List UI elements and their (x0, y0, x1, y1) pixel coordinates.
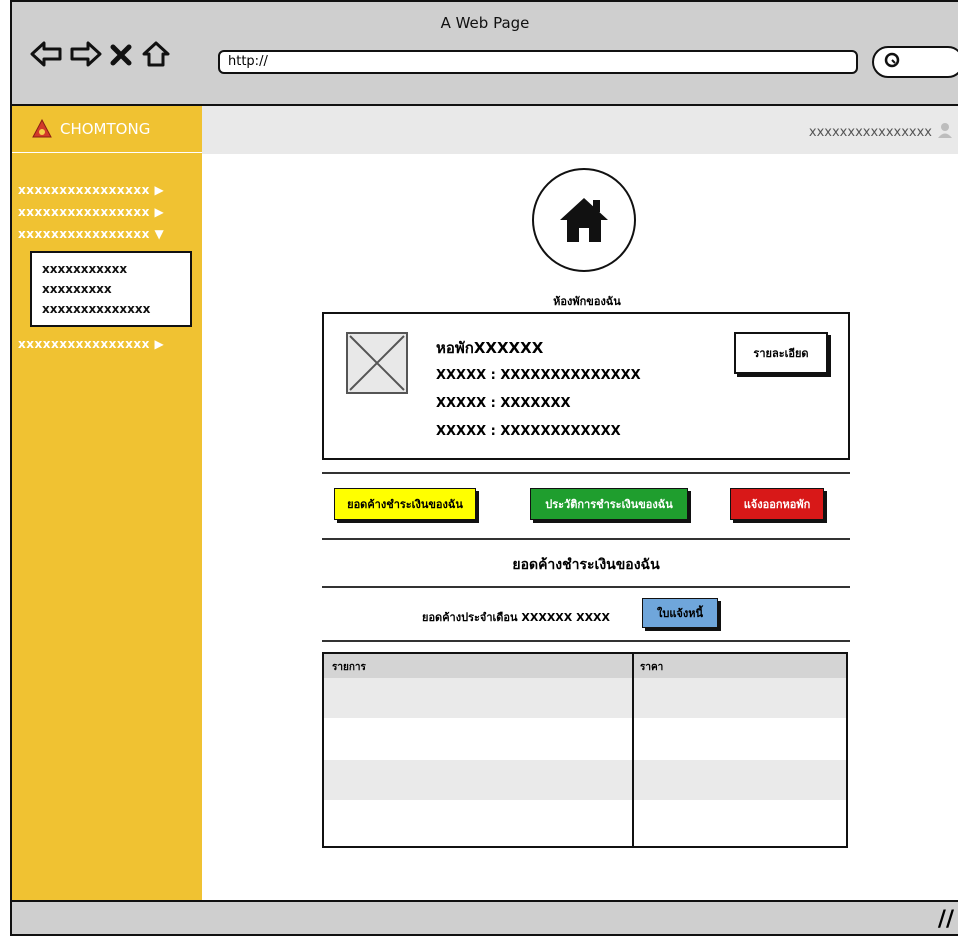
table-header: รายการ ราคา (324, 654, 846, 678)
column-header-price: ราคา (640, 662, 664, 673)
home-icon-badge (532, 168, 636, 272)
sidebar-menu: xxxxxxxxxxxxxxxx ▶ xxxxxxxxxxxxxxxx ▶ xx… (12, 179, 202, 355)
move-out-button[interactable]: แจ้งออกหอพัก (730, 488, 824, 520)
caret-right-icon: ▶ (154, 183, 165, 197)
divider (322, 538, 850, 540)
search-icon (884, 52, 902, 74)
home-icon (560, 198, 608, 242)
logo-icon (32, 118, 52, 139)
brand-name: CHOMTONG (60, 120, 151, 138)
image-placeholder-icon (346, 332, 408, 394)
invoice-button[interactable]: ใบแจ้งหนี้ (642, 598, 718, 628)
dorm-info-line: XXXXX : XXXXXXX (436, 396, 571, 411)
section-title: ยอดค้างชำระเงินของฉัน (512, 557, 660, 573)
table-row (324, 678, 846, 718)
sidebar-item[interactable]: xxxxxxxxxxxxxxxx ▶ (12, 179, 202, 201)
sidebar-item[interactable]: xxxxxxxxxxxxxxxx ▶ (12, 201, 202, 223)
dorm-title: หอพักXXXXXX (436, 339, 544, 357)
sidebar-item-label: xxxxxxxxxxxxxxxx (18, 337, 150, 351)
resize-grip-icon[interactable]: // (938, 907, 954, 932)
forward-icon[interactable] (70, 40, 102, 68)
sidebar: CHOMTONG xxxxxxxxxxxxxxxx ▶ xxxxxxxxxxxx… (12, 106, 202, 902)
sidebar-item-label: xxxxxxxxxxxxxxxx (18, 205, 150, 219)
dorm-card: หอพักXXXXXX XXXXX : XXXXXXXXXXXXXX XXXXX… (322, 312, 850, 460)
user-icon (938, 122, 952, 142)
user-menu[interactable]: xxxxxxxxxxxxxxxx (809, 122, 952, 142)
stop-icon[interactable] (110, 40, 132, 68)
nav-controls (30, 40, 172, 68)
divider (322, 586, 850, 588)
submenu-item[interactable]: xxxxxxxxxxxxxx (42, 299, 180, 319)
submenu-item[interactable]: xxxxxxxxx (42, 279, 180, 299)
sidebar-item-label: xxxxxxxxxxxxxxxx (18, 183, 150, 197)
sidebar-submenu: xxxxxxxxxxx xxxxxxxxx xxxxxxxxxxxxxx (30, 251, 192, 327)
details-button[interactable]: รายละเอียด (734, 332, 828, 374)
caret-right-icon: ▶ (154, 205, 165, 219)
browser-toolbar: A Web Page http:// (12, 2, 958, 106)
column-header-item: รายการ (332, 662, 366, 673)
browser-window: A Web Page http:// CHOMTONG xxxxxxxxxxxx… (10, 0, 958, 936)
divider (322, 472, 850, 474)
caret-down-icon: ▼ (154, 227, 165, 241)
monthly-balance-label: ยอดค้างประจำเดือน XXXXXX XXXX (422, 611, 611, 624)
submenu-item[interactable]: xxxxxxxxxxx (42, 259, 180, 279)
address-bar[interactable]: http:// (218, 50, 858, 74)
balance-table: รายการ ราคา (322, 652, 848, 848)
my-room-caption: ห้องพักของฉัน (553, 295, 621, 308)
column-divider (632, 654, 634, 846)
sidebar-item[interactable]: xxxxxxxxxxxxxxxx ▶ (12, 333, 202, 355)
brand[interactable]: CHOMTONG (12, 106, 202, 153)
sidebar-item-label: xxxxxxxxxxxxxxxx (18, 227, 150, 241)
sidebar-item-expanded[interactable]: xxxxxxxxxxxxxxxx ▼ (12, 223, 202, 245)
dorm-info-line: XXXXX : XXXXXXXXXXXXXX (436, 368, 641, 383)
outstanding-balance-button[interactable]: ยอดค้างชำระเงินของฉัน (334, 488, 476, 520)
dorm-info-line: XXXXX : XXXXXXXXXXXX (436, 424, 621, 439)
status-bar: // (12, 900, 958, 934)
payment-history-button[interactable]: ประวัติการชำระเงินของฉัน (530, 488, 688, 520)
window-title: A Web Page (440, 14, 530, 32)
home-nav-icon[interactable] (140, 40, 172, 68)
username: xxxxxxxxxxxxxxxx (808, 124, 932, 140)
caret-right-icon: ▶ (154, 337, 165, 351)
search-box[interactable] (872, 46, 958, 78)
divider (322, 640, 850, 642)
top-bar: xxxxxxxxxxxxxxxx (202, 106, 958, 154)
table-row (324, 760, 846, 800)
back-icon[interactable] (30, 40, 62, 68)
